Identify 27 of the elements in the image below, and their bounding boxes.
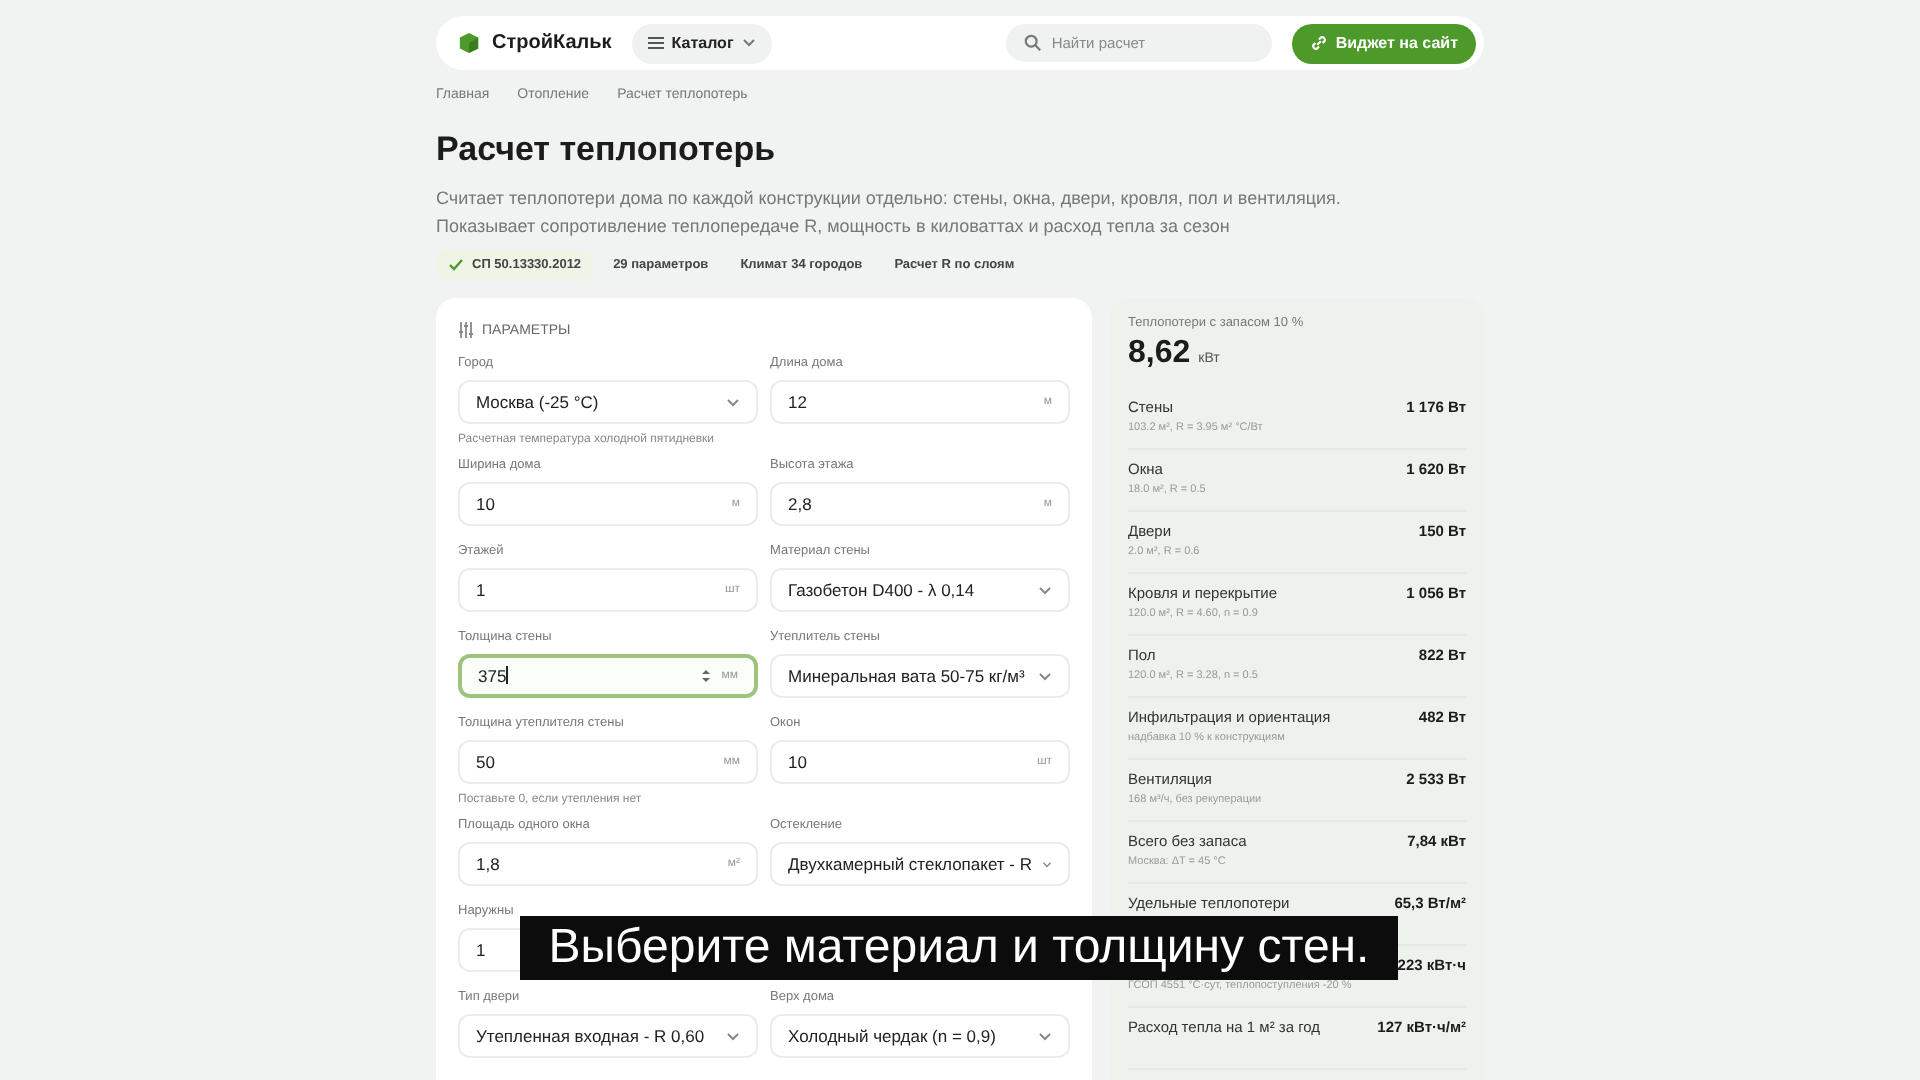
- search-icon: [1023, 34, 1042, 52]
- cube-icon: [458, 32, 480, 54]
- page-description: Считает теплопотери дома по каждой конструкции отдельно: стены, окна, двери, кровля, пол и вентиляция. Показывает сопротивление теплопередаче R, мощность в киловаттах и расход тепла за сезон: [436, 186, 1343, 240]
- select-field[interactable]: Утепленная входная - R 0,60: [458, 1014, 758, 1058]
- select-field[interactable]: Минеральная вата 50-75 кг/м³: [770, 654, 1070, 698]
- chevron-down-icon: [1038, 1031, 1052, 1041]
- select-field[interactable]: Газобетон D400 - λ 0,14: [770, 568, 1070, 612]
- menu-icon: [647, 36, 664, 50]
- chevron-down-icon: [726, 1031, 740, 1041]
- logo-text[interactable]: СтройКальк: [492, 32, 612, 54]
- subtitle-toast: Выберите материал и толщину стен.: [520, 916, 1398, 980]
- select-field[interactable]: Москва (-25 °С): [458, 380, 758, 424]
- chevron-down-icon: [1038, 671, 1052, 681]
- check-icon: [448, 258, 464, 272]
- sliders-icon: [458, 322, 474, 338]
- spinner-arrows-icon[interactable]: [699, 666, 712, 686]
- chevron-down-icon: [1038, 585, 1052, 595]
- select-field[interactable]: Двухкамерный стеклопакет - R: [770, 842, 1070, 886]
- chevron-down-icon: [1041, 859, 1052, 869]
- chevron-down-icon: [741, 38, 756, 48]
- widget-button[interactable]: Виджет на сайт: [1291, 23, 1476, 63]
- page-title: Расчет теплопотерь: [436, 130, 778, 170]
- chevron-down-icon: [726, 397, 740, 407]
- select-field[interactable]: Холодный чердак (n = 0,9): [770, 1014, 1070, 1058]
- catalog-button[interactable]: Каталог: [631, 23, 772, 63]
- total-value: 8,62: [1128, 336, 1191, 372]
- link-icon: [1309, 34, 1328, 52]
